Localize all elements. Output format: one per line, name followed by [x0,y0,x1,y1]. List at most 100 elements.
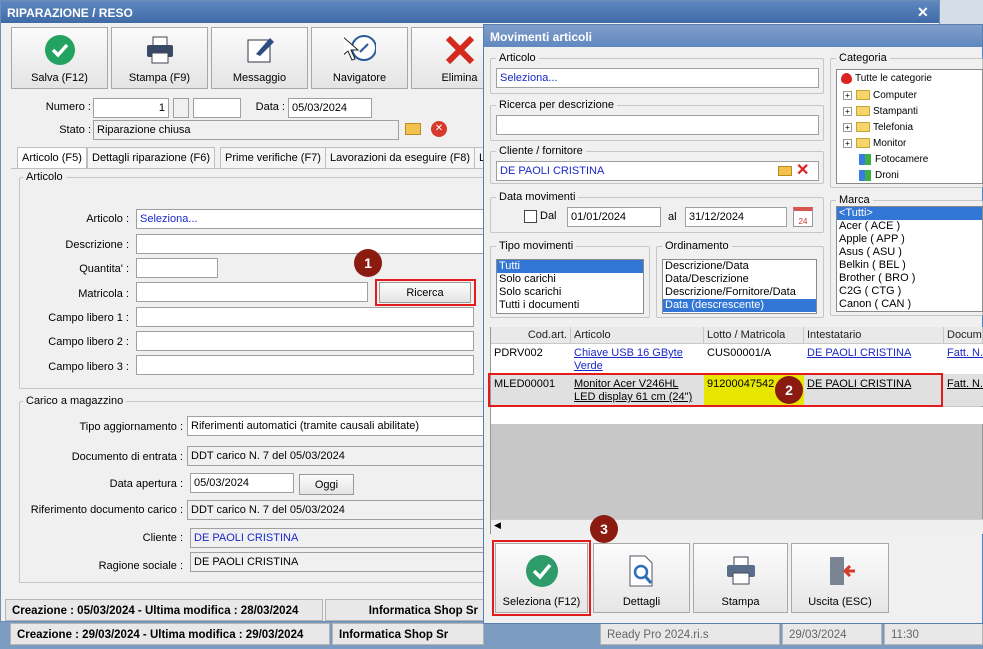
dlg-ordinamento-list[interactable]: Descrizione/Data Data/Descrizione Descri… [662,259,817,314]
stato-label: Stato : [59,124,91,136]
horizontal-scrollbar[interactable] [491,519,983,534]
tipo-item[interactable]: Tutti i documenti [497,299,643,312]
category-label: Stampanti [873,106,919,117]
tipo-item[interactable]: Tutti [497,260,643,273]
delete-x-icon [445,35,474,65]
category-item-all[interactable]: Tutte le categorie [839,72,932,85]
oggi-button[interactable]: Oggi [299,474,354,495]
ordinamento-item[interactable]: Data/Descrizione [663,273,816,286]
print-button[interactable]: Stampa (F9) [111,27,208,89]
table-row-empty [491,407,983,424]
dlg-articolo-field[interactable]: Seleziona... [496,68,819,88]
dlg-al-field[interactable]: 31/12/2024 [685,207,787,227]
data-field[interactable]: 05/03/2024 [288,98,372,118]
dlg-dal-field[interactable]: 01/01/2024 [567,207,661,227]
descrizione-field[interactable] [136,234,486,254]
message-button[interactable]: Messaggio [211,27,308,89]
dlg-cliente-field[interactable]: DE PAOLI CRISTINA [496,161,819,181]
tipo-agg-select[interactable]: Riferimenti automatici (tramite causali … [187,416,487,436]
tab-dettagli[interactable]: Dettagli riparazione (F6) [87,147,215,169]
marca-item[interactable]: Asus ( ASU ) [837,246,982,259]
data-label: Data : [255,101,285,113]
articolo-field[interactable]: Seleziona... [136,209,486,229]
exit-button-label: Uscita (ESC) [808,596,872,608]
expand-icon[interactable]: + [843,122,852,132]
campo3-field[interactable] [136,355,474,375]
numero-spin[interactable] [173,98,189,118]
row1-articolo[interactable]: Chiave USB 16 GByte Verde [571,346,697,374]
cliente-field: DE PAOLI CRISTINA [190,528,488,548]
grid-header-documento[interactable]: Docume [944,327,983,344]
dialog-print-button[interactable]: Stampa [693,543,788,613]
back-status-date: 29/03/2024 [782,623,882,645]
marca-item[interactable]: C2G ( CTG ) [837,285,982,298]
document-search-icon [629,555,653,587]
ordinamento-item[interactable]: Data (descrescente) [663,299,816,312]
data-apertura-field[interactable]: 05/03/2024 [190,473,294,493]
campo2-label: Campo libero 2 : [48,336,129,348]
matricola-field[interactable] [136,282,368,302]
row2-doc[interactable]: Fatt. N. [944,377,983,392]
tab-lavorazioni[interactable]: Lavorazioni da eseguire (F8) [325,147,476,169]
dialog-print-button-label: Stampa [721,596,760,608]
articolo-label: Articolo : [86,213,129,225]
campo1-field[interactable] [136,307,474,327]
clear-icon[interactable]: ✕ [431,121,447,137]
category-item[interactable]: + Stampanti [841,105,918,118]
tipo-item[interactable]: Solo carichi [497,273,643,286]
exit-door-icon [830,557,855,585]
calendar-icon[interactable]: 24 [793,207,813,227]
numero-suffix-field[interactable] [193,98,241,118]
ordinamento-item[interactable]: Descrizione/Fornitore/Data [663,286,816,299]
grid-header-articolo[interactable]: Articolo [571,327,704,344]
folder-icon [856,122,870,133]
folder-icon[interactable] [405,123,421,135]
expand-icon[interactable]: + [843,106,852,116]
grid-header-lotto[interactable]: Lotto / Matricola [704,327,804,344]
dlg-al-label: al [668,211,677,223]
tab-articolo[interactable]: Articolo (F5) [17,147,87,169]
tab-prime-verifiche[interactable]: Prime verifiche (F7) [220,147,326,169]
category-item[interactable]: + Telefonia [841,121,913,134]
highlight-box-2 [488,373,943,407]
quantita-field[interactable] [136,258,218,278]
expand-icon[interactable]: + [843,138,852,148]
dlg-tipo-list[interactable]: Tutti Solo carichi Solo scarichi Tutti i… [496,259,644,314]
row1-doc[interactable]: Fatt. N. [944,346,983,361]
category-item[interactable]: Fotocamere [857,153,928,166]
dlg-cliente-clear-icon[interactable]: ✕ [796,160,809,180]
dlg-cliente-folder-icon[interactable] [778,166,792,176]
marca-item[interactable]: Acer ( ACE ) [837,220,982,233]
marca-item[interactable]: Canon ( CAN ) [837,298,982,311]
tipo-item[interactable]: Solo scarichi [497,286,643,299]
category-item[interactable]: + Computer [841,89,917,102]
exit-button[interactable]: Uscita (ESC) [791,543,889,613]
grid-header-intestatario[interactable]: Intestatario [804,327,944,344]
save-button[interactable]: Salva (F12) [11,27,108,89]
category-label: Fotocamere [875,154,929,165]
scroll-left-icon[interactable]: ◀ [494,520,501,531]
dlg-marca-list[interactable]: <Tutti> Acer ( ACE ) Apple ( APP ) Asus … [836,206,983,312]
ordinamento-item[interactable]: Descrizione/Data [663,260,816,273]
dlg-dal-checkbox[interactable] [524,210,537,223]
dlg-ricerca-field[interactable] [496,115,819,135]
details-button[interactable]: Dettagli [593,543,690,613]
campo2-field[interactable] [136,331,474,351]
dlg-ricerca-title: Ricerca per descrizione [496,99,617,111]
row1-intestatario[interactable]: DE PAOLI CRISTINA [804,346,944,361]
marca-item[interactable]: Belkin ( BEL ) [837,259,982,272]
data-apertura-label: Data apertura : [109,478,183,490]
close-icon[interactable]: ✕ [917,4,929,21]
marca-item[interactable]: Brother ( BRO ) [837,272,982,285]
navigator-button[interactable]: Navigatore [311,27,408,89]
marca-item[interactable]: Apple ( APP ) [837,233,982,246]
dlg-categoria-tree[interactable]: Tutte le categorie + Computer + Stampanti … [836,69,983,184]
category-item[interactable]: + Monitor [841,137,906,150]
category-item[interactable]: Droni [857,169,899,182]
expand-icon[interactable]: + [843,90,852,100]
grid-header-cod[interactable]: Cod.art. [491,327,571,344]
category-label: Droni [875,170,899,181]
marca-item[interactable]: <Tutti> [837,207,982,220]
numero-field[interactable]: 1 [93,98,169,118]
back-status-time: 11:30 [884,623,983,645]
